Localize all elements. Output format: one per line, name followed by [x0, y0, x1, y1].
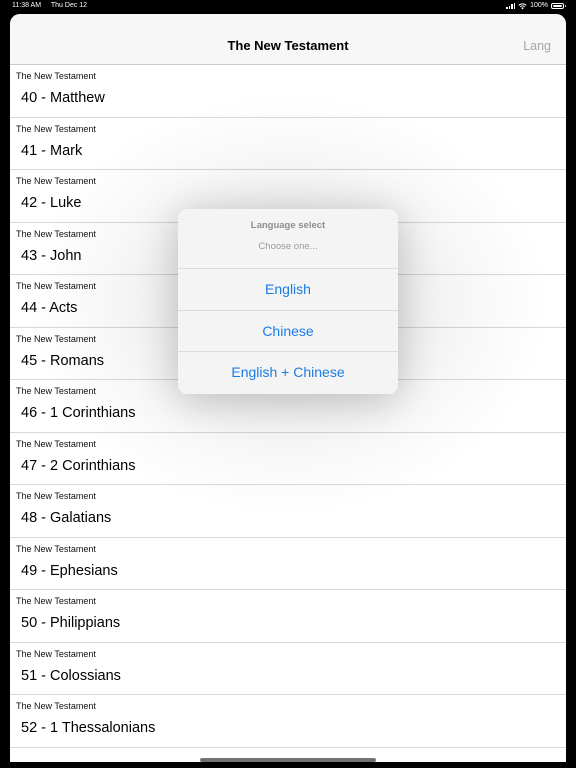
- list-item[interactable]: The New Testament 50 - Philippians: [10, 590, 566, 643]
- option-english-chinese-button[interactable]: English + Chinese: [178, 352, 398, 394]
- list-item-title: 47 - 2 Corinthians: [21, 457, 136, 474]
- list-item-title: 41 - Mark: [21, 142, 83, 159]
- list-item[interactable]: The New Testament 41 - Mark: [10, 118, 566, 170]
- nav-title: The New Testament: [227, 38, 349, 53]
- app-screen: The New Testament Lang The New Testament…: [10, 14, 566, 762]
- device-frame: 11:38 AM Thu Dec 12 100% The New Testame…: [0, 0, 576, 768]
- list-item-title: 45 - Romans: [21, 352, 105, 369]
- list-item-title: 48 - Galatians: [21, 510, 112, 526]
- list-item-title: 52 - 1 Thessalonians: [21, 720, 156, 736]
- list-item-subtitle: The New Testament: [16, 543, 96, 554]
- list-item-subtitle: The New Testament: [16, 123, 96, 134]
- wifi-icon: [518, 2, 527, 9]
- list-item-title: 42 - Luke: [21, 195, 82, 211]
- status-right: 100%: [506, 0, 566, 12]
- home-indicator[interactable]: [200, 758, 376, 762]
- list-item-title: 44 - Acts: [21, 300, 78, 316]
- book-list[interactable]: The New Testament 40 - Matthew The New T…: [10, 65, 566, 748]
- popover-title: Language select: [250, 220, 326, 231]
- list-item[interactable]: The New Testament 52 - 1 Thessalonians: [10, 695, 566, 748]
- list-item[interactable]: The New Testament 49 - Ephesians: [10, 538, 566, 590]
- list-item-subtitle: The New Testament: [16, 701, 96, 711]
- battery-percent: 100%: [530, 2, 548, 9]
- list-item-subtitle: The New Testament: [16, 71, 96, 81]
- list-item-title: 51 - Colossians: [21, 667, 121, 684]
- list-item-subtitle: The New Testament: [16, 281, 96, 291]
- status-bar: 11:38 AM Thu Dec 12 100%: [0, 0, 576, 12]
- list-item-title: 40 - Matthew: [21, 90, 105, 106]
- list-item-subtitle: The New Testament: [16, 228, 96, 239]
- list-item-title: 50 - Philippians: [21, 615, 121, 631]
- list-item-subtitle: The New Testament: [16, 648, 96, 659]
- list-item-title: 46 - 1 Corinthians: [21, 405, 136, 421]
- popover-header: Language select Choose one...: [178, 209, 398, 269]
- popover-message: Choose one...: [258, 241, 318, 252]
- list-item-title: 49 - Ephesians: [21, 562, 118, 579]
- list-item-subtitle: The New Testament: [16, 176, 96, 186]
- list-item-subtitle: The New Testament: [16, 491, 96, 501]
- list-item-subtitle: The New Testament: [16, 596, 96, 606]
- status-date: Thu Dec 12: [50, 2, 88, 9]
- navigation-bar: The New Testament Lang: [10, 14, 566, 65]
- status-time: 11:38 AM: [12, 2, 42, 9]
- list-item[interactable]: The New Testament 47 - 2 Corinthians: [10, 433, 566, 485]
- signal-icon: [506, 3, 516, 9]
- list-item-subtitle: The New Testament: [16, 333, 96, 344]
- status-left: 11:38 AM Thu Dec 12: [12, 0, 95, 12]
- language-select-popover: Language select Choose one... English Ch…: [178, 209, 398, 394]
- lang-button[interactable]: Lang: [523, 39, 551, 53]
- battery-icon: [551, 3, 566, 9]
- option-english-button[interactable]: English: [178, 269, 398, 311]
- list-item[interactable]: The New Testament 48 - Galatians: [10, 485, 566, 538]
- list-item[interactable]: The New Testament 40 - Matthew: [10, 65, 566, 118]
- list-item[interactable]: The New Testament 51 - Colossians: [10, 643, 566, 695]
- list-item-title: 43 - John: [21, 247, 82, 264]
- option-chinese-button[interactable]: Chinese: [178, 311, 398, 352]
- list-item-subtitle: The New Testament: [16, 438, 96, 449]
- list-item-subtitle: The New Testament: [16, 386, 96, 396]
